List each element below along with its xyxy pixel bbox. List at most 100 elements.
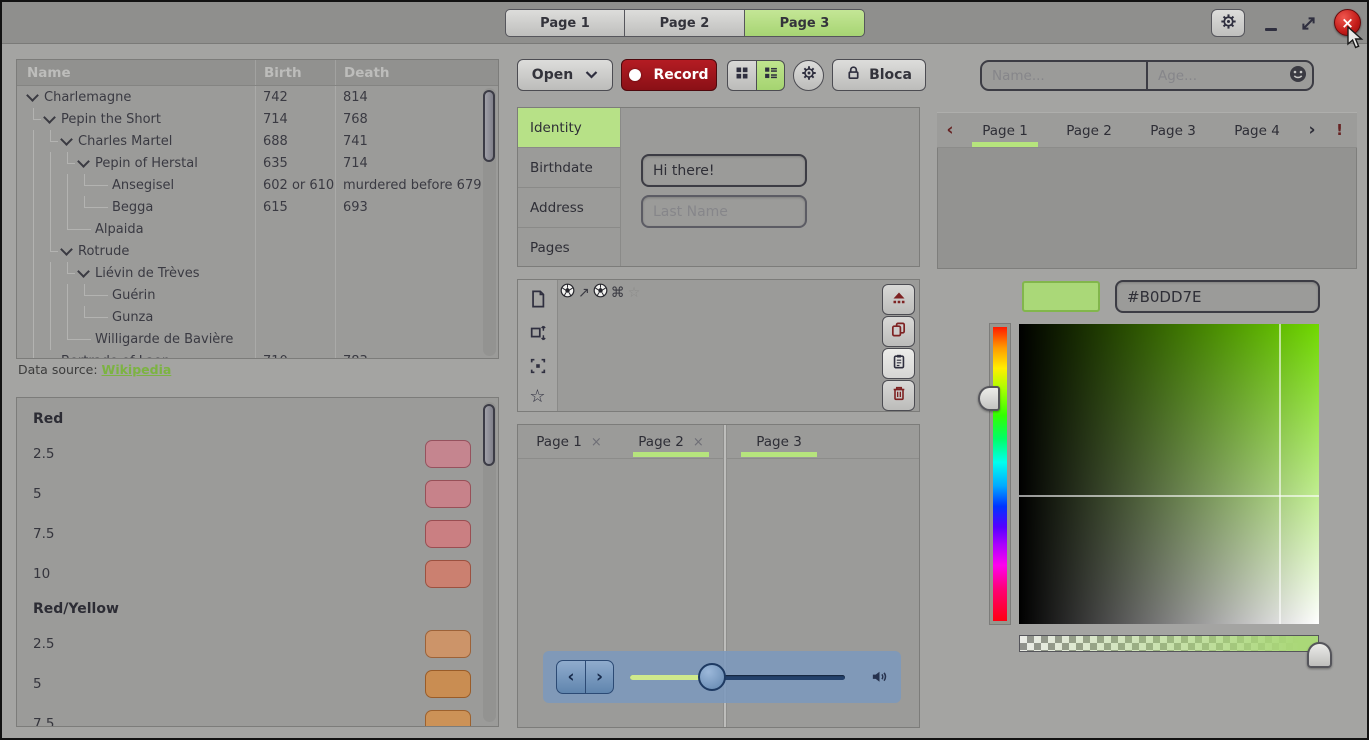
pages-tab-page-3[interactable]: Page 3 [728, 425, 830, 459]
scan-icon[interactable] [529, 357, 547, 379]
list-item[interactable]: 10 [17, 554, 498, 594]
copy-button[interactable] [882, 316, 915, 347]
pages-tab-page-1[interactable]: Page 1× [518, 425, 620, 459]
scroll-left-chevron-icon[interactable]: ‹ [937, 120, 963, 140]
command-icon: ⌘ [611, 285, 625, 301]
column-header-name[interactable]: Name [17, 65, 255, 81]
right-tab-page-4[interactable]: Page 4 [1215, 113, 1299, 149]
form-tab-list: IdentityBirthdateAddressPages [518, 108, 621, 266]
saturation-value-square[interactable] [1019, 324, 1319, 624]
expander-chevron-icon[interactable] [25, 90, 42, 104]
form-tab-identity[interactable]: Identity [518, 108, 620, 148]
star-icon[interactable]: ☆ [529, 390, 545, 404]
titlebar-tab-page-3[interactable]: Page 3 [745, 9, 865, 37]
table-row[interactable]: Rotrude [17, 240, 498, 262]
scroll-right-chevron-icon[interactable]: › [1299, 120, 1325, 140]
record-button[interactable]: Record [621, 59, 717, 91]
list-item[interactable]: 5 [17, 474, 498, 514]
scrollbar-thumb[interactable] [483, 404, 495, 466]
settings-round-button[interactable] [793, 60, 824, 91]
age-input[interactable] [1158, 68, 1288, 84]
volume-icon[interactable] [870, 667, 889, 690]
alpha-slider-handle[interactable] [1307, 642, 1332, 668]
tree-row-label: Bertrade of Laon [61, 354, 170, 359]
next-button[interactable]: › [585, 660, 614, 694]
close-tab-icon[interactable]: × [591, 435, 602, 450]
tree-connector [42, 240, 59, 262]
form-tab-birthdate[interactable]: Birthdate [518, 148, 620, 188]
scrollbar-thumb[interactable] [483, 90, 495, 162]
column-header-death[interactable]: Death [335, 60, 498, 85]
list-item-label: 7.5 [33, 526, 54, 542]
hex-color-input[interactable] [1115, 280, 1320, 313]
hue-slider[interactable] [990, 324, 1010, 624]
right-tab-page-3[interactable]: Page 3 [1131, 113, 1215, 149]
player-buttons: ‹ › [556, 660, 614, 694]
expander-chevron-icon[interactable] [42, 354, 59, 358]
eject-button[interactable] [882, 284, 915, 315]
tree-guide [25, 152, 42, 174]
titlebar-tab-page-1[interactable]: Page 1 [505, 9, 625, 37]
table-row[interactable]: Charlemagne742814 [17, 86, 498, 108]
table-row[interactable]: Liévin de Trèves [17, 262, 498, 284]
settings-button[interactable] [1211, 9, 1245, 37]
resize-icon[interactable] [529, 324, 547, 346]
list-view-button[interactable] [756, 60, 785, 91]
pages-tab-page-2[interactable]: Page 2× [620, 425, 722, 459]
overflow-indicator[interactable]: ! [1336, 121, 1343, 139]
form-tab-address[interactable]: Address [518, 188, 620, 228]
minimize-icon[interactable] [1265, 28, 1277, 31]
table-row[interactable]: Gunza [17, 306, 498, 328]
form-tab-pages[interactable]: Pages [518, 228, 620, 268]
right-tab-page-2[interactable]: Page 2 [1047, 113, 1131, 149]
last-name-input[interactable] [641, 195, 807, 228]
open-button[interactable]: Open [517, 59, 613, 91]
document-icon[interactable] [529, 289, 547, 313]
titlebar-tab-page-2[interactable]: Page 2 [625, 9, 745, 37]
bloca-button[interactable]: Bloca [832, 59, 926, 91]
table-row[interactable]: Charles Martel688741 [17, 130, 498, 152]
alpha-slider[interactable] [1019, 635, 1319, 652]
scrollbar[interactable] [483, 88, 496, 356]
wikipedia-link[interactable]: Wikipedia [102, 362, 172, 377]
first-name-input[interactable] [641, 154, 807, 187]
tree-guide [42, 262, 59, 284]
table-row[interactable]: Willigarde de Bavière [17, 328, 498, 350]
list-item[interactable]: 7.5 [17, 514, 498, 554]
tree-connector [59, 262, 76, 284]
close-tab-icon[interactable]: × [693, 435, 704, 450]
table-row[interactable]: Guérin [17, 284, 498, 306]
maximize-icon[interactable] [1300, 15, 1317, 36]
prev-button[interactable]: ‹ [556, 660, 585, 694]
delete-button[interactable] [882, 380, 915, 411]
tree-name-cell: Gunza [17, 306, 255, 328]
expander-chevron-icon[interactable] [59, 134, 76, 148]
table-row[interactable]: Ansegisel602 or 610murdered before 679 [17, 174, 498, 196]
column-header-birth[interactable]: Birth [255, 60, 335, 85]
grid-view-button[interactable] [727, 60, 756, 91]
expander-chevron-icon[interactable] [76, 266, 93, 280]
table-row[interactable]: Pepin the Short714768 [17, 108, 498, 130]
table-row[interactable]: Pepin of Herstal635714 [17, 152, 498, 174]
paste-button[interactable] [882, 348, 915, 379]
expander-chevron-icon[interactable] [59, 244, 76, 258]
seek-slider-handle[interactable] [698, 663, 726, 691]
list-item[interactable]: 5 [17, 664, 498, 704]
name-input[interactable] [992, 68, 1142, 84]
list-item[interactable]: 2.5 [17, 434, 498, 474]
table-row[interactable]: Bertrade of Laon710783 [17, 350, 498, 358]
scrollbar[interactable] [483, 402, 496, 722]
death-cell: murdered before 679 [335, 178, 498, 193]
table-row[interactable]: Alpaida [17, 218, 498, 240]
hue-slider-handle[interactable] [978, 386, 1000, 411]
tree-row-label: Charles Martel [78, 134, 172, 149]
table-row[interactable]: Begga615693 [17, 196, 498, 218]
smiley-icon[interactable] [1288, 64, 1308, 88]
right-tab-page-1[interactable]: Page 1 [963, 113, 1047, 149]
list-item[interactable]: 2.5 [17, 624, 498, 664]
expander-chevron-icon[interactable] [76, 156, 93, 170]
tree-guide [25, 196, 42, 218]
expander-chevron-icon[interactable] [42, 112, 59, 126]
seek-slider[interactable] [630, 675, 845, 680]
list-item[interactable]: 7.5 [17, 704, 498, 727]
